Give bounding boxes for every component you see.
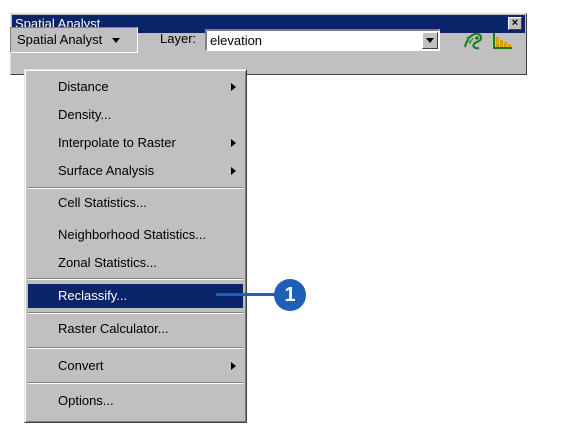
menu-item-label: Neighborhood Statistics... xyxy=(58,227,207,242)
menu-item-label: Interpolate to Raster xyxy=(58,135,176,150)
chevron-down-icon xyxy=(111,38,120,44)
create-histogram-icon[interactable] xyxy=(490,29,514,51)
menu-item-reclassify[interactable]: Reclassify... xyxy=(28,284,243,308)
layer-label: Layer: xyxy=(160,31,197,46)
menu-item-cell-statistics[interactable]: Cell Statistics... xyxy=(28,191,243,215)
menu-item-label: Cell Statistics... xyxy=(58,195,147,210)
menu-item-neighborhood-statistics[interactable]: Neighborhood Statistics... xyxy=(28,223,243,247)
menu-separator xyxy=(28,278,243,280)
spatial-analyst-menu-button[interactable]: Spatial Analyst xyxy=(10,27,138,53)
menu-item-label: Density... xyxy=(58,107,112,122)
menu-item-raster-calculator[interactable]: Raster Calculator... xyxy=(28,317,243,341)
menu-separator xyxy=(28,382,243,384)
menu-item-options[interactable]: Options... xyxy=(28,389,243,413)
menu-item-label: Surface Analysis xyxy=(58,163,155,178)
menu-item-convert[interactable]: Convert xyxy=(28,354,243,378)
callout-leader-line xyxy=(216,293,278,296)
menu-item-label: Convert xyxy=(58,358,104,373)
layer-value: elevation xyxy=(210,33,263,48)
menu-item-zonal-statistics[interactable]: Zonal Statistics... xyxy=(28,251,243,275)
menu-item-label: Distance xyxy=(58,79,109,94)
menu-item-label: Reclassify... xyxy=(58,288,128,303)
menu-item-label: Raster Calculator... xyxy=(58,321,169,336)
callout-number: 1 xyxy=(284,284,296,306)
menu-item-distance[interactable]: Distance xyxy=(28,75,243,99)
menu-separator xyxy=(28,187,243,189)
spatial-analyst-menu-label: Spatial Analyst xyxy=(17,32,103,47)
close-icon: × xyxy=(511,17,519,29)
chevron-right-icon xyxy=(231,83,236,91)
menu-item-label: Zonal Statistics... xyxy=(58,255,157,270)
menu-separator xyxy=(28,347,243,349)
histogram-tool-icon[interactable] xyxy=(462,29,486,51)
menu-item-density[interactable]: Density... xyxy=(28,103,243,127)
chevron-right-icon xyxy=(231,139,236,147)
chevron-right-icon xyxy=(231,167,236,175)
menu-item-surface-analysis[interactable]: Surface Analysis xyxy=(28,159,243,183)
chevron-right-icon xyxy=(231,362,236,370)
menu-item-label: Options... xyxy=(58,393,114,408)
menu-separator xyxy=(28,312,243,314)
layer-dropdown[interactable]: elevation xyxy=(205,29,440,51)
dropdown-arrow-icon[interactable] xyxy=(422,32,438,49)
spatial-analyst-menu: Distance Density... Interpolate to Raste… xyxy=(24,69,247,423)
menu-item-interpolate-to-raster[interactable]: Interpolate to Raster xyxy=(28,131,243,155)
callout-number-badge: 1 xyxy=(274,279,306,311)
